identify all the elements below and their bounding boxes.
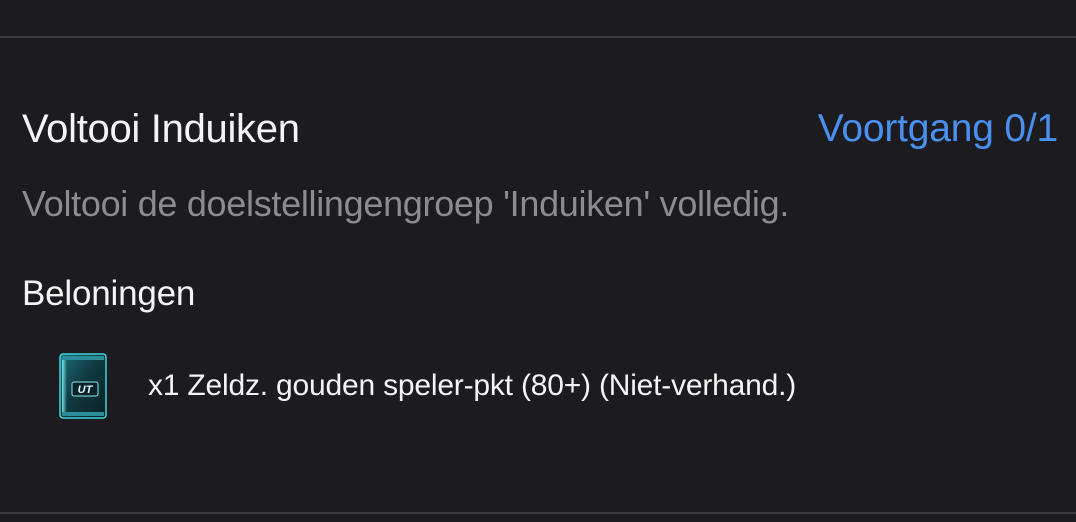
objective-title: Voltooi Induiken	[22, 106, 300, 151]
objective-header: Voltooi Induiken Voortgang 0/1	[22, 104, 1058, 154]
objective-screen: Voltooi Induiken Voortgang 0/1 Voltooi d…	[0, 0, 1076, 522]
objective-description: Voltooi de doelstellingengroep 'Induiken…	[22, 183, 790, 224]
bottom-divider	[0, 512, 1076, 514]
progress-label: Voortgang 0/1	[817, 107, 1058, 150]
reward-item[interactable]: UT x1 Zeldz. gouden speler-pkt (80+) (Ni…	[56, 350, 796, 422]
reward-label: x1 Zeldz. gouden speler-pkt (80+) (Niet-…	[148, 369, 797, 402]
ut-pack-icon: UT	[59, 353, 107, 419]
rewards-heading: Beloningen	[22, 274, 196, 313]
pack-logo-text: UT	[78, 384, 94, 396]
top-divider	[0, 36, 1076, 38]
